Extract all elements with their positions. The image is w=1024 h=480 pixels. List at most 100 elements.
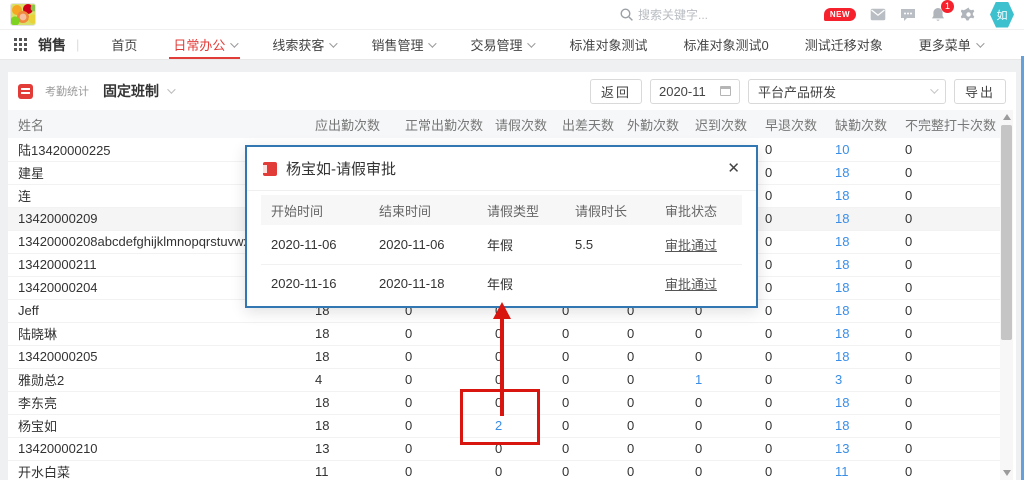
mail-icon[interactable] [870,7,886,23]
employee-name: 陆晓琳 [8,322,305,345]
nav-item-6[interactable]: 标准对象测试0 [665,30,786,59]
chevron-down-icon [330,39,338,47]
count-cell: 0 [755,460,825,480]
count-cell: 11 [825,460,895,480]
column-header: 不完整打卡次数 [895,110,1000,138]
count-cell: 0 [552,345,617,368]
scrollbar-thumb[interactable] [1001,125,1012,340]
count-cell: 0 [485,368,552,391]
count-link[interactable]: 18 [835,165,849,180]
count-cell: 0 [395,460,485,480]
count-cell: 18 [825,391,895,414]
count-cell: 0 [552,322,617,345]
export-button[interactable]: 导出 [954,79,1006,104]
count-cell: 18 [825,299,895,322]
back-button[interactable]: 返回 [590,79,642,104]
count-link[interactable]: 1 [695,372,702,387]
column-header: 出差天数 [552,110,617,138]
count-link[interactable]: 2 [495,418,502,433]
employee-name: 杨宝如 [8,414,305,437]
approval-status-link[interactable]: 审批通过 [665,238,717,253]
count-cell: 18 [825,414,895,437]
count-link[interactable]: 10 [835,142,849,157]
modal-cell [565,264,655,303]
gear-icon[interactable] [960,7,976,23]
modal-column-header: 审批状态 [655,195,742,225]
count-cell: 0 [552,368,617,391]
nav-item-label: 线索获客 [272,35,324,54]
count-cell: 0 [685,437,755,460]
shift-type-value: 固定班制 [103,81,159,101]
app-launcher-icon[interactable] [12,37,28,53]
approval-status-link[interactable]: 审批通过 [665,277,717,292]
department-select[interactable]: 平台产品研发 [748,79,946,104]
modal-cell: 2020-11-06 [369,225,477,264]
count-cell: 0 [895,437,1000,460]
count-link[interactable]: 18 [835,395,849,410]
vertical-scrollbar[interactable] [1000,110,1013,480]
nav-item-5[interactable]: 标准对象测试 [551,30,665,59]
month-value: 2020-11 [659,84,706,99]
nav-item-7[interactable]: 测试迁移对象 [787,30,901,59]
global-search[interactable] [620,8,748,22]
table-row: 陆晓琳18000000180 [8,322,1000,345]
chevron-down-icon [167,85,175,93]
scroll-down-arrow-icon[interactable] [1003,470,1011,476]
count-cell: 0 [755,161,825,184]
count-cell: 0 [552,391,617,414]
count-cell: 0 [685,414,755,437]
nav-item-3[interactable]: 销售管理 [353,30,452,59]
app-logo[interactable] [10,3,36,26]
count-link[interactable]: 18 [835,211,849,226]
nav-item-label: 交易管理 [470,35,522,54]
nav-item-4[interactable]: 交易管理 [452,30,551,59]
count-cell: 0 [755,299,825,322]
count-link[interactable]: 18 [835,257,849,272]
nav-item-1[interactable]: 日常办公 [155,30,254,59]
count-link[interactable]: 18 [835,234,849,249]
app-name[interactable]: 销售 [38,35,66,55]
count-cell: 0 [617,345,685,368]
close-icon[interactable]: ✕ [727,161,740,176]
column-header: 迟到次数 [685,110,755,138]
month-picker[interactable]: 2020-11 [650,79,740,104]
count-cell: 0 [685,391,755,414]
count-cell: 0 [485,345,552,368]
nav-item-2[interactable]: 线索获客 [254,30,353,59]
count-link[interactable]: 3 [835,372,842,387]
leave-records-table: 开始时间结束时间请假类型请假时长审批状态 2020-11-062020-11-0… [261,195,742,303]
chevron-down-icon [930,85,938,93]
count-link[interactable]: 18 [835,280,849,295]
count-link[interactable]: 11 [835,464,849,479]
count-cell: 0 [395,345,485,368]
count-link[interactable]: 18 [835,188,849,203]
modal-column-header: 请假类型 [477,195,565,225]
table-row: 1342000021013000000130 [8,437,1000,460]
nav-item-label: 首页 [111,35,137,54]
count-cell: 18 [305,322,395,345]
count-cell: 10 [825,138,895,161]
count-cell: 0 [755,184,825,207]
count-cell: 0 [895,207,1000,230]
count-cell: 18 [825,161,895,184]
modal-header-row: 开始时间结束时间请假类型请假时长审批状态 [261,195,742,225]
chevron-down-icon [429,39,437,47]
scroll-up-arrow-icon[interactable] [1003,114,1011,120]
count-link[interactable]: 13 [835,441,849,456]
count-link[interactable]: 18 [835,303,849,318]
avatar[interactable]: 如 [990,2,1014,28]
topbar: NEW 1 如 [0,0,1024,30]
count-cell: 0 [485,391,552,414]
chat-icon[interactable] [900,7,916,23]
count-cell: 18 [305,414,395,437]
count-link[interactable]: 18 [835,326,849,341]
calendar-icon [720,86,731,96]
nav-item-8[interactable]: 更多菜单 [901,30,1000,59]
modal-cell: 2020-11-16 [261,264,369,303]
shift-type-dropdown[interactable]: 固定班制 [103,81,173,101]
count-link[interactable]: 18 [835,418,849,433]
nav-item-0[interactable]: 首页 [93,30,155,59]
bell-icon[interactable]: 1 [930,7,946,23]
count-link[interactable]: 18 [835,349,849,364]
search-input[interactable] [638,8,748,22]
